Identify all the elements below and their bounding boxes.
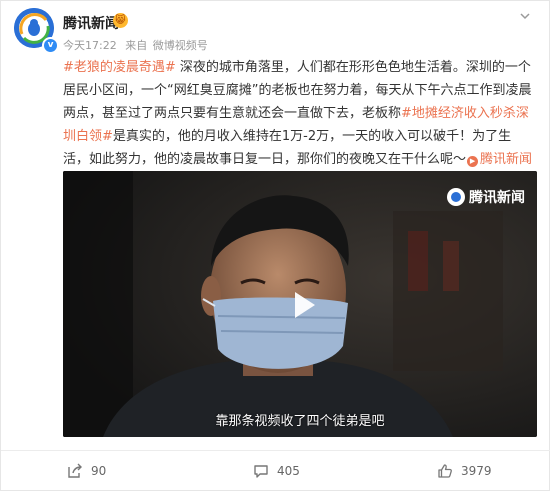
source-prefix: 来自 — [125, 39, 148, 52]
repost-icon — [68, 463, 82, 478]
comment-count: 405 — [277, 464, 300, 478]
thumbs-up-icon — [438, 464, 452, 478]
weibo-post-card: v 腾讯新闻 😸 今天17:22 来自 微博视频号 #老狼的凌晨奇遇# 深夜的城… — [0, 0, 550, 491]
emoji-badge-icon: 😸 — [113, 13, 128, 28]
comment-button[interactable]: 405 — [253, 451, 300, 491]
repost-count: 90 — [91, 464, 107, 478]
author-name[interactable]: 腾讯新闻 — [63, 13, 119, 33]
comment-icon — [254, 465, 268, 478]
watermark-text: 腾讯新闻 — [469, 190, 525, 206]
like-count: 3979 — [461, 464, 492, 478]
video-player[interactable]: 腾讯新闻 靠那条视频收了四个徒弟是吧 — [63, 171, 537, 437]
video-subtitle: 靠那条视频收了四个徒弟是吧 — [215, 414, 385, 429]
like-button[interactable]: 3979 — [437, 451, 492, 491]
video-watermark: 腾讯新闻 — [447, 187, 525, 207]
repost-button[interactable]: 90 — [67, 451, 106, 491]
play-button-icon[interactable] — [282, 284, 324, 326]
post-text: 是真实的，他的月收入维持在1万-2万，一天的收入可以破千！为了生活，如此努力，他… — [63, 129, 512, 167]
post-time[interactable]: 今天17:22 — [63, 39, 117, 52]
topic-link[interactable]: #老狼的凌晨奇遇# — [63, 60, 176, 75]
more-options-chevron-icon[interactable] — [517, 9, 533, 25]
watermark-logo-icon — [447, 188, 465, 206]
post-meta: 今天17:22 来自 微博视频号 — [63, 37, 213, 53]
video-link-icon: ▶ — [467, 156, 479, 167]
verified-badge-icon: v — [42, 37, 59, 54]
action-bar: 90 405 3979 — [1, 450, 550, 491]
post-source[interactable]: 微博视频号 — [153, 39, 208, 52]
